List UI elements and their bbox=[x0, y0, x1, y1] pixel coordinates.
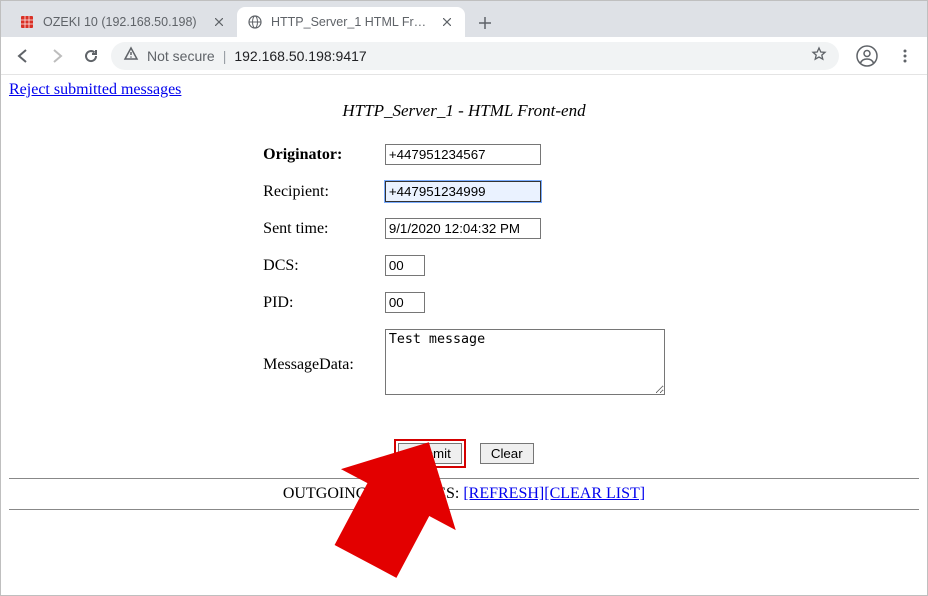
toolbar: Not secure | 192.168.50.198:9417 bbox=[1, 37, 927, 75]
outgoing-row: OUTGOING MESSAGES: [REFRESH][CLEAR LIST] bbox=[9, 485, 919, 503]
originator-input[interactable] bbox=[385, 144, 541, 165]
new-tab-button[interactable] bbox=[471, 9, 499, 37]
not-secure-label: Not secure bbox=[147, 48, 215, 64]
row-pid: PID: bbox=[262, 291, 666, 314]
message-data-label: MessageData: bbox=[262, 328, 384, 401]
address-bar[interactable]: Not secure | 192.168.50.198:9417 bbox=[111, 42, 839, 70]
pid-label: PID: bbox=[262, 291, 384, 314]
outgoing-label: OUTGOING MESSAGES: bbox=[283, 485, 463, 502]
message-data-textarea[interactable]: Test message bbox=[385, 329, 665, 395]
clear-list-link[interactable]: [CLEAR LIST] bbox=[544, 485, 645, 502]
tab-close-button[interactable] bbox=[439, 14, 455, 30]
submit-button[interactable]: Submit bbox=[398, 443, 461, 464]
dcs-input[interactable] bbox=[385, 255, 425, 276]
dcs-label: DCS: bbox=[262, 254, 384, 277]
grid-icon bbox=[19, 14, 35, 30]
button-row: Submit Clear bbox=[9, 439, 919, 468]
submit-highlight: Submit bbox=[394, 439, 465, 468]
tab-strip: OZEKI 10 (192.168.50.198) HTTP_Server_1 … bbox=[1, 1, 927, 37]
page-content: Reject submitted messages HTTP_Server_1 … bbox=[1, 75, 927, 595]
menu-icon[interactable] bbox=[891, 42, 919, 70]
profile-icon[interactable] bbox=[853, 42, 881, 70]
globe-icon bbox=[247, 14, 263, 30]
separator bbox=[9, 509, 919, 510]
reject-messages-link[interactable]: Reject submitted messages bbox=[9, 81, 181, 98]
tab-title: HTTP_Server_1 HTML Front-end bbox=[271, 15, 433, 29]
recipient-input[interactable] bbox=[385, 181, 541, 202]
back-button[interactable] bbox=[9, 42, 37, 70]
refresh-link[interactable]: [REFRESH] bbox=[463, 485, 544, 502]
forward-button[interactable] bbox=[43, 42, 71, 70]
sent-time-input[interactable] bbox=[385, 218, 541, 239]
sent-time-label: Sent time: bbox=[262, 217, 384, 240]
originator-label: Originator: bbox=[263, 146, 342, 163]
row-dcs: DCS: bbox=[262, 254, 666, 277]
divider: | bbox=[223, 48, 227, 64]
reload-button[interactable] bbox=[77, 42, 105, 70]
toolbar-right bbox=[853, 42, 919, 70]
row-sent-time: Sent time: bbox=[262, 217, 666, 240]
tab-ozeki[interactable]: OZEKI 10 (192.168.50.198) bbox=[9, 7, 237, 37]
pid-input[interactable] bbox=[385, 292, 425, 313]
page-title: HTTP_Server_1 - HTML Front-end bbox=[9, 101, 919, 121]
clear-button[interactable]: Clear bbox=[480, 443, 534, 464]
row-recipient: Recipient: bbox=[262, 180, 666, 203]
recipient-label: Recipient: bbox=[262, 180, 384, 203]
url-text: 192.168.50.198:9417 bbox=[234, 48, 366, 64]
separator bbox=[9, 478, 919, 479]
tab-close-button[interactable] bbox=[211, 14, 227, 30]
browser-window: OZEKI 10 (192.168.50.198) HTTP_Server_1 … bbox=[0, 0, 928, 596]
tab-title: OZEKI 10 (192.168.50.198) bbox=[43, 15, 205, 29]
tab-http-server[interactable]: HTTP_Server_1 HTML Front-end bbox=[237, 7, 465, 37]
row-originator: Originator: bbox=[262, 143, 666, 166]
message-form: Originator: Recipient: Sent time: DCS: P… bbox=[262, 129, 666, 415]
star-icon[interactable] bbox=[811, 46, 827, 65]
row-message-data: MessageData: Test message bbox=[262, 328, 666, 401]
not-secure-icon bbox=[123, 46, 139, 65]
